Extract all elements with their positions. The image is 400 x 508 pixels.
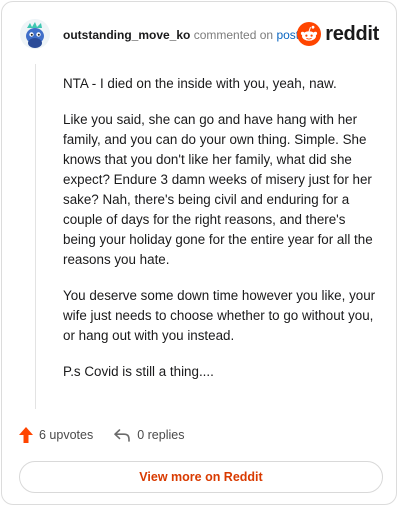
upvote-button[interactable]: 6 upvotes: [19, 427, 93, 443]
comment-body: NTA - I died on the inside with you, yea…: [63, 74, 381, 398]
comment-header: outstanding_move_ko commented on post: [63, 27, 299, 43]
username-link[interactable]: outstanding_move_ko: [63, 28, 190, 42]
avatar[interactable]: [20, 19, 50, 49]
reddit-logo[interactable]: reddit: [297, 22, 379, 46]
upvote-count: 6 upvotes: [39, 428, 94, 442]
reddit-logo-icon: [297, 22, 322, 46]
comment-paragraph: Like you said, she can go and have hang …: [63, 112, 373, 267]
reply-arrow-icon: [114, 429, 131, 442]
comment-paragraph: P.s Covid is still a thing....: [63, 364, 214, 379]
post-link[interactable]: post: [276, 28, 299, 42]
upvote-arrow-icon: [19, 427, 33, 443]
reply-button[interactable]: 0 replies: [113, 428, 184, 442]
view-more-button[interactable]: View more on Reddit: [19, 461, 383, 493]
comment-paragraph: NTA - I died on the inside with you, yea…: [63, 76, 337, 91]
commented-on-text: commented on: [193, 28, 274, 42]
comment-paragraph: You deserve some down time however you l…: [63, 288, 376, 343]
thread-line: [35, 64, 36, 409]
comment-actions: 6 upvotes 0 replies: [19, 427, 184, 443]
reply-count: 0 replies: [137, 428, 185, 442]
embedded-comment-card: outstanding_move_ko commented on post re…: [1, 1, 397, 505]
reddit-wordmark: reddit: [325, 22, 379, 45]
